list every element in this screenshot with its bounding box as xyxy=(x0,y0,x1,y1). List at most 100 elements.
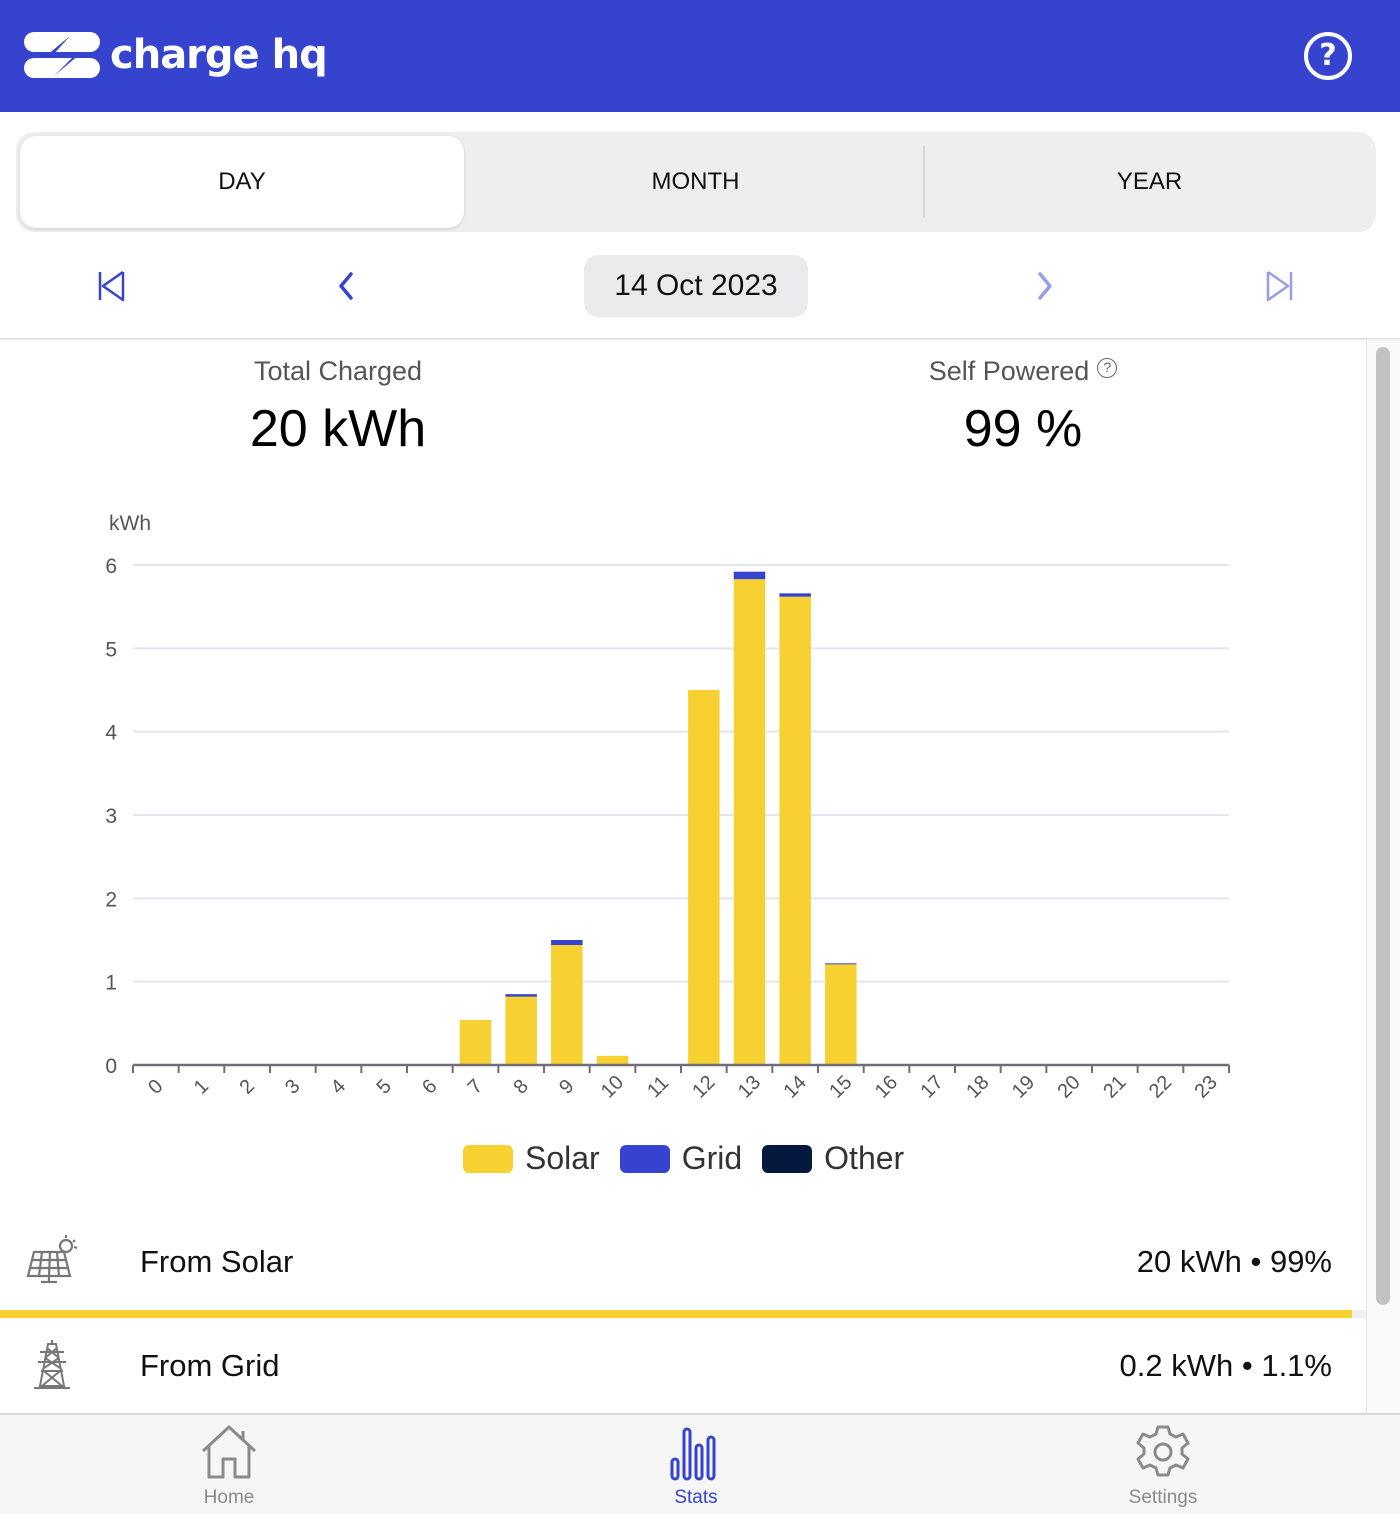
bar-grid-15[interactable] xyxy=(825,963,857,965)
self-powered-value: 99 % xyxy=(963,400,1083,458)
app-header: charge hq ? xyxy=(0,0,1400,112)
chevron-left-icon xyxy=(339,272,353,300)
last-date-button[interactable] xyxy=(1254,264,1304,308)
y-tick-label: 0 xyxy=(105,1055,117,1078)
tab-year[interactable]: YEAR xyxy=(923,132,1376,232)
home-icon xyxy=(201,1425,257,1479)
x-tick-label: 15 xyxy=(825,1071,856,1102)
breakdown-value-solar: 20 kWh • 99% xyxy=(1136,1244,1332,1279)
y-axis-label: kWh xyxy=(109,512,151,535)
x-tick-label: 8 xyxy=(509,1075,532,1098)
x-tick-label: 4 xyxy=(327,1075,350,1098)
x-tick-label: 2 xyxy=(235,1075,258,1098)
bar-grid-14[interactable] xyxy=(779,593,811,597)
help-circle-icon[interactable]: ? xyxy=(1097,358,1118,378)
skip-to-first-icon xyxy=(98,270,125,302)
tab-settings[interactable]: Settings xyxy=(1093,1423,1233,1509)
x-tick-label: 17 xyxy=(917,1071,948,1102)
legend-label-grid: Grid xyxy=(681,1140,743,1176)
total-charged-value: 20 kWh xyxy=(249,400,427,458)
nav-divider xyxy=(0,338,1400,341)
bar-grid-13[interactable] xyxy=(733,571,766,580)
x-tick-label: 13 xyxy=(734,1071,765,1102)
stats-icon xyxy=(670,1427,716,1481)
tab-stats-label: Stats xyxy=(674,1487,718,1508)
bar-solar-12[interactable] xyxy=(688,690,720,1065)
x-tick-label: 1 xyxy=(190,1075,213,1098)
help-icon[interactable]: ? xyxy=(1304,32,1352,80)
chart-legend: Solar Grid Other xyxy=(463,1140,924,1177)
next-date-button[interactable] xyxy=(1020,264,1070,308)
tab-month[interactable]: MONTH xyxy=(469,132,922,232)
app-logo[interactable]: charge hq xyxy=(24,30,328,80)
y-tick-label: 2 xyxy=(105,888,117,911)
total-charged-stat: Total Charged 20 kWh xyxy=(208,356,468,459)
scrollbar-thumb[interactable] xyxy=(1376,347,1390,1305)
breakdown-label-grid: From Grid xyxy=(140,1348,280,1383)
first-date-button[interactable] xyxy=(87,264,137,308)
tab-settings-label: Settings xyxy=(1128,1487,1198,1508)
tab-home-label: Home xyxy=(203,1487,255,1508)
x-tick-label: 9 xyxy=(555,1075,578,1098)
self-powered-label: Self Powered xyxy=(928,356,1090,386)
legend-item-other[interactable]: Other xyxy=(762,1140,904,1177)
chevron-right-icon xyxy=(1038,272,1052,300)
breakdown-label-solar: From Solar xyxy=(140,1244,294,1279)
breakdown-row-grid[interactable]: From Grid 0.2 kWh • 1.1% xyxy=(0,1318,1366,1418)
previous-date-button[interactable] xyxy=(321,264,371,308)
x-tick-label: 21 xyxy=(1099,1071,1130,1102)
breakdown-value-grid: 0.2 kWh • 1.1% xyxy=(1119,1348,1332,1383)
self-powered-label-row: Self Powered? xyxy=(900,356,1146,387)
tab-home[interactable]: Home xyxy=(159,1423,299,1509)
x-tick-label: 11 xyxy=(643,1072,673,1102)
self-powered-stat: Self Powered? 99 % xyxy=(900,356,1146,459)
x-tick-label: 16 xyxy=(871,1071,902,1102)
legend-label-other: Other xyxy=(824,1140,905,1176)
app-name: charge hq xyxy=(110,32,328,78)
x-tick-label: 22 xyxy=(1145,1071,1176,1102)
skip-to-last-icon xyxy=(1266,270,1293,302)
x-tick-label: 23 xyxy=(1191,1071,1222,1102)
bottom-tab-bar: Home Stats Settings xyxy=(0,1413,1400,1514)
date-navigator: 14 Oct 2023 xyxy=(0,240,1400,340)
x-tick-label: 19 xyxy=(1008,1071,1039,1102)
x-tick-label: 20 xyxy=(1054,1071,1085,1102)
tab-stats[interactable]: Stats xyxy=(626,1423,766,1509)
solar-share-bar-fill xyxy=(0,1310,1353,1318)
solar-share-bar xyxy=(0,1310,1366,1318)
x-tick-label: 7 xyxy=(464,1075,487,1098)
legend-swatch-grid xyxy=(619,1144,670,1173)
y-tick-label: 4 xyxy=(105,722,117,745)
bar-solar-14[interactable] xyxy=(779,596,811,1065)
date-picker[interactable]: 14 Oct 2023 xyxy=(584,255,808,317)
y-tick-label: 6 xyxy=(105,555,117,578)
bar-solar-10[interactable] xyxy=(596,1055,629,1065)
legend-swatch-other xyxy=(762,1144,813,1173)
solar-panel-icon xyxy=(26,1235,78,1284)
x-tick-label: 18 xyxy=(962,1071,993,1102)
bar-solar-8[interactable] xyxy=(505,996,537,1065)
y-tick-label: 5 xyxy=(105,638,117,661)
period-segmented-control: DAY MONTH YEAR xyxy=(16,132,1376,232)
x-tick-label: 6 xyxy=(418,1075,441,1098)
x-tick-label: 12 xyxy=(688,1071,719,1102)
breakdown-row-solar[interactable]: From Solar 20 kWh • 99% xyxy=(0,1214,1366,1314)
legend-item-solar[interactable]: Solar xyxy=(463,1140,600,1177)
total-charged-label: Total Charged xyxy=(253,356,423,386)
x-tick-label: 3 xyxy=(281,1075,304,1098)
scrollbar[interactable] xyxy=(1366,341,1400,1413)
x-tick-label: 5 xyxy=(372,1075,395,1098)
y-tick-label: 3 xyxy=(105,805,117,828)
bar-solar-13[interactable] xyxy=(733,579,766,1065)
legend-swatch-solar xyxy=(463,1144,513,1173)
bar-solar-7[interactable] xyxy=(459,1020,492,1065)
x-tick-label: 0 xyxy=(144,1075,167,1098)
energy-chart: kWh 0123456 0 1 2 3 4 5 6 7 8 9 10 11 12 13 14 15 16 17 18… xyxy=(105,512,1230,1103)
x-tick-label: 10 xyxy=(597,1071,628,1102)
bar-grid-8[interactable] xyxy=(505,994,537,997)
bar-grid-9[interactable] xyxy=(551,940,583,945)
tab-day[interactable]: DAY xyxy=(20,136,464,228)
legend-item-grid[interactable]: Grid xyxy=(619,1140,743,1177)
bar-solar-9[interactable] xyxy=(551,945,583,1065)
bar-solar-15[interactable] xyxy=(825,964,857,1065)
